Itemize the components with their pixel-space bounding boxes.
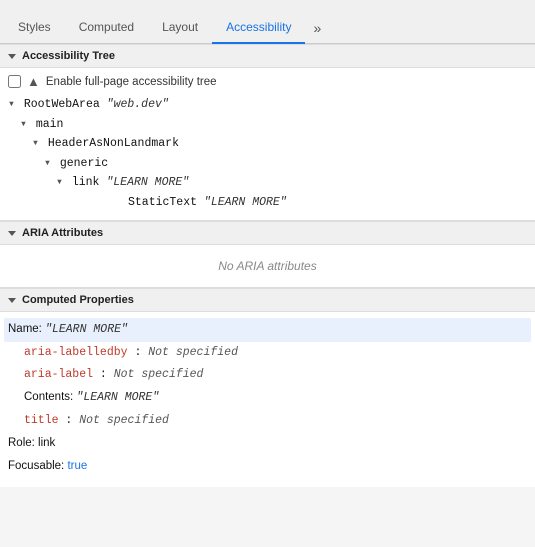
- computed-row-title: title : Not specified: [8, 410, 527, 432]
- tree-nodes: RootWebArea "web.dev" main HeaderAsNonLa…: [8, 95, 527, 212]
- computed-properties-label: Computed Properties: [22, 294, 134, 306]
- computed-properties-header[interactable]: Computed Properties: [0, 288, 535, 312]
- tree-row[interactable]: generic: [8, 154, 527, 174]
- computed-row-contents: Contents: "LEARN MORE": [8, 386, 527, 409]
- aria-attributes-label: ARIA Attributes: [22, 227, 103, 239]
- computed-row-role: Role: link: [8, 432, 527, 454]
- computed-row-focusable: Focusable: true: [8, 455, 527, 477]
- tab-more[interactable]: »: [305, 12, 329, 44]
- tree-row[interactable]: RootWebArea "web.dev": [8, 95, 527, 115]
- computed-row-aria-label: aria-label : Not specified: [8, 364, 527, 386]
- content-area: Accessibility Tree ▲ Enable full-page ac…: [0, 44, 535, 487]
- aria-attributes-header[interactable]: ARIA Attributes: [0, 221, 535, 245]
- tab-styles[interactable]: Styles: [4, 12, 65, 44]
- triangle-down-icon: [8, 298, 16, 303]
- tab-accessibility[interactable]: Accessibility: [212, 12, 305, 44]
- accessibility-tree-area: ▲ Enable full-page accessibility tree Ro…: [0, 68, 535, 221]
- arrow-icon: [8, 95, 15, 115]
- tab-layout[interactable]: Layout: [148, 12, 212, 44]
- enable-row: ▲ Enable full-page accessibility tree: [8, 74, 527, 89]
- tree-row[interactable]: HeaderAsNonLandmark: [8, 134, 527, 154]
- computed-row-aria-labelledby: aria-labelledby : Not specified: [8, 342, 527, 364]
- computed-row-name: Name: "LEARN MORE": [4, 318, 531, 341]
- triangle-down-icon: [8, 231, 16, 236]
- tree-row[interactable]: StaticText "LEARN MORE": [8, 193, 527, 213]
- accessibility-tree-header[interactable]: Accessibility Tree: [0, 44, 535, 68]
- arrow-icon: [20, 115, 27, 135]
- triangle-down-icon: [8, 54, 16, 59]
- enable-label: Enable full-page accessibility tree: [46, 76, 217, 88]
- enable-checkbox[interactable]: [8, 75, 21, 88]
- accessibility-tree-label: Accessibility Tree: [22, 50, 115, 62]
- filter-icon: ▲: [27, 74, 40, 89]
- computed-area: Name: "LEARN MORE" aria-labelledby : Not…: [0, 312, 535, 487]
- arrow-icon: [44, 154, 51, 174]
- arrow-icon: [32, 134, 39, 154]
- arrow-icon: [56, 173, 63, 193]
- tree-row[interactable]: main: [8, 115, 527, 135]
- tabs-bar: Styles Computed Layout Accessibility »: [0, 0, 535, 44]
- tree-row[interactable]: link "LEARN MORE": [8, 173, 527, 193]
- tab-computed[interactable]: Computed: [65, 12, 148, 44]
- no-aria-message: No ARIA attributes: [218, 259, 316, 273]
- aria-area: No ARIA attributes: [0, 245, 535, 288]
